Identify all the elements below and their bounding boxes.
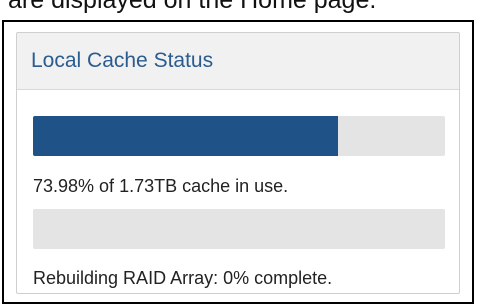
raid-rebuild-text: Rebuilding RAID Array: 0% complete.: [33, 268, 333, 288]
panel-header: Local Cache Status: [17, 33, 459, 90]
cache-usage-text: 73.98% of 1.73TB cache in use.: [33, 176, 289, 196]
screenshot-frame: Local Cache Status 73.98% of 1.73TB cach…: [2, 20, 474, 304]
panel-title: Local Cache Status: [31, 49, 214, 72]
local-cache-status-panel: Local Cache Status 73.98% of 1.73TB cach…: [16, 32, 460, 294]
cache-usage-progress-fill: [33, 116, 338, 156]
raid-rebuild-progress-bar: [33, 209, 445, 249]
document-text: are displayed on the Home page.: [8, 0, 377, 14]
cache-usage-progress-bar: [33, 116, 445, 156]
